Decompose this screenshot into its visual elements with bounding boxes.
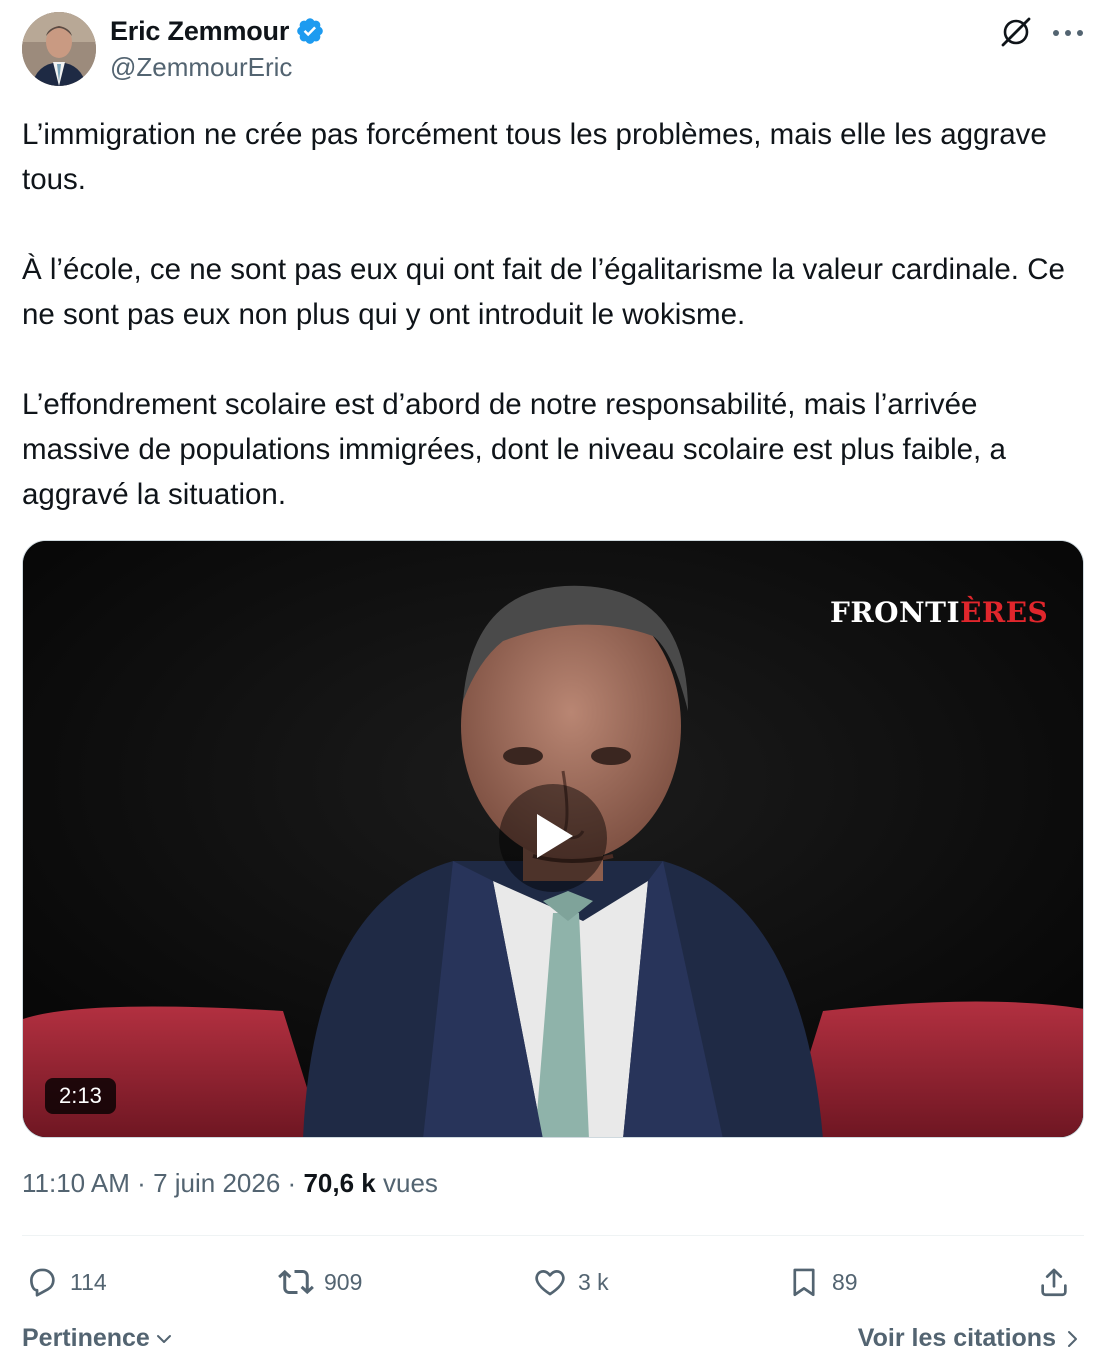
author-display-name[interactable]: Eric Zemmour — [110, 16, 289, 47]
tweet-time[interactable]: 11:10 AM — [22, 1168, 130, 1198]
bookmark-icon — [784, 1262, 824, 1302]
repost-button[interactable]: 909 — [276, 1254, 362, 1310]
brand-text-red: ÈRES — [960, 596, 1049, 629]
reply-button[interactable]: 114 — [22, 1254, 107, 1310]
meta-separator-1: · — [137, 1168, 146, 1198]
view-quotes-link[interactable]: Voir les citations — [858, 1324, 1080, 1353]
verified-badge-icon — [295, 16, 325, 46]
bookmark-button[interactable]: 89 — [784, 1254, 858, 1310]
views-count: 70,6 k — [303, 1168, 376, 1198]
play-button[interactable] — [499, 784, 607, 892]
grok-icon — [998, 14, 1034, 55]
heart-icon — [530, 1262, 570, 1302]
frontieres-logo: FRONTIÈRES — [830, 596, 1048, 629]
tweet-paragraph-1: L’immigration ne crée pas forcément tous… — [22, 118, 1047, 196]
tweet-paragraph-3: L’effondrement scolaire est d’abord de n… — [22, 388, 1006, 511]
video-duration-badge: 2:13 — [45, 1078, 116, 1114]
reply-icon — [22, 1262, 62, 1302]
view-quotes-label: Voir les citations — [857, 1324, 1056, 1352]
more-icon — [1051, 25, 1085, 43]
repost-count: 909 — [324, 1268, 363, 1295]
author-avatar[interactable] — [22, 12, 96, 86]
tweet-meta: 11:10 AM · 7 juin 2026 · 70,6 k vues — [22, 1168, 438, 1199]
action-bar: 114 909 3 k 89 — [22, 1254, 1084, 1310]
name-row: Eric Zemmour — [110, 14, 325, 48]
grok-button[interactable] — [994, 14, 1038, 54]
like-button[interactable]: 3 k — [530, 1254, 609, 1310]
tweet-text: L’immigration ne crée pas forcément tous… — [22, 112, 1082, 517]
meta-separator-2: · — [287, 1168, 297, 1198]
author-block: Eric Zemmour @ZemmourEric — [110, 14, 325, 83]
reply-count: 114 — [70, 1268, 107, 1295]
brand-text-white: FRONTI — [830, 596, 961, 629]
tweet-paragraph-2: À l’école, ce ne sont pas eux qui ont fa… — [22, 253, 1065, 331]
sort-label: Pertinence — [22, 1324, 150, 1352]
more-options-button[interactable] — [1046, 14, 1090, 54]
views-label: vues — [382, 1168, 438, 1198]
bookmark-count: 89 — [832, 1268, 858, 1295]
repost-icon — [276, 1262, 316, 1302]
chevron-right-icon — [1064, 1328, 1080, 1350]
share-icon — [1034, 1262, 1074, 1302]
video-player[interactable]: FRONTIÈRES 2:13 — [22, 540, 1084, 1138]
divider — [22, 1235, 1084, 1236]
tweet-date[interactable]: 7 juin 2026 — [153, 1168, 280, 1198]
share-button[interactable] — [1034, 1254, 1074, 1310]
like-count: 3 k — [578, 1268, 609, 1295]
sort-dropdown[interactable]: Pertinence — [22, 1324, 174, 1353]
chevron-down-icon — [154, 1329, 174, 1349]
author-handle[interactable]: @ZemmourEric — [110, 52, 325, 83]
tweet-header: Eric Zemmour @ZemmourEric — [22, 12, 1088, 88]
play-icon — [531, 812, 575, 865]
